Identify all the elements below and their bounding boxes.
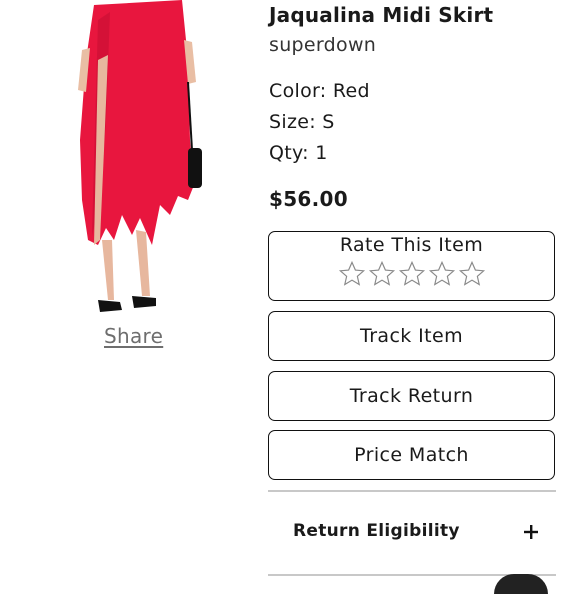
price-match-button[interactable]: Price Match (268, 430, 555, 480)
star-icon-1[interactable] (338, 260, 366, 288)
product-size: Size: S (269, 111, 335, 133)
plus-icon[interactable] (523, 524, 539, 540)
product-brand[interactable]: superdown (269, 34, 376, 56)
return-eligibility-title[interactable]: Return Eligibility (293, 521, 460, 541)
handbag (188, 148, 202, 188)
divider (268, 490, 556, 492)
product-title: Jaqualina Midi Skirt (269, 3, 494, 27)
star-icon-2[interactable] (368, 260, 396, 288)
right-leg (136, 230, 150, 296)
product-color: Color: Red (269, 80, 370, 102)
product-image[interactable] (70, 0, 210, 325)
left-leg (102, 240, 114, 300)
product-qty: Qty: 1 (269, 142, 328, 164)
star-rating[interactable] (338, 260, 486, 288)
track-item-button[interactable]: Track Item (268, 311, 555, 361)
rate-item-title: Rate This Item (339, 234, 484, 256)
share-link[interactable]: Share (104, 324, 163, 348)
product-price: $56.00 (269, 187, 348, 211)
left-shoe (98, 300, 122, 312)
track-return-button[interactable]: Track Return (268, 371, 555, 421)
star-icon-4[interactable] (428, 260, 456, 288)
right-shoe (132, 296, 156, 308)
rate-item-box: Rate This Item (268, 231, 555, 301)
star-icon-3[interactable] (398, 260, 426, 288)
star-icon-5[interactable] (458, 260, 486, 288)
chat-bubble-icon[interactable] (494, 574, 548, 594)
